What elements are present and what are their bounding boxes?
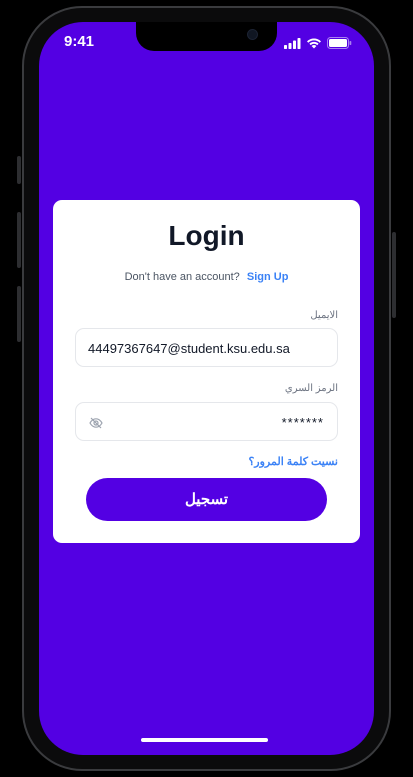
status-icons [284,36,352,54]
home-indicator [141,738,268,742]
signup-link[interactable]: Sign Up [247,271,289,283]
signal-icon [284,36,301,54]
app-screen: 9:41 Login Don't have an account? Sign U… [39,22,374,755]
signup-prompt-text: Don't have an account? [124,271,240,283]
wifi-icon [306,36,322,54]
login-card: Login Don't have an account? Sign Up الا… [53,200,360,543]
password-label: الرمز السري [284,383,338,394]
password-field[interactable]: ******* [75,402,338,441]
power-button [392,232,396,318]
password-value: ******* [281,415,324,430]
page-title: Login [168,220,245,251]
volume-up-button [17,212,21,268]
email-field[interactable]: 44497367647@student.ksu.edu.sa [75,328,338,367]
front-camera [247,29,258,40]
silent-switch [17,156,21,184]
email-value: 44497367647@student.ksu.edu.sa [88,341,290,356]
email-label: الايميل [310,310,338,321]
signup-prompt-row: Don't have an account? Sign Up [53,271,360,283]
forgot-password-link[interactable]: نسيت كلمة المرور؟ [248,455,338,468]
volume-down-button [17,286,21,342]
notch [136,22,277,51]
eye-off-icon[interactable] [89,416,103,434]
login-button[interactable]: تسجيل [86,478,327,521]
battery-icon [327,36,352,54]
status-time: 9:41 [64,33,95,50]
